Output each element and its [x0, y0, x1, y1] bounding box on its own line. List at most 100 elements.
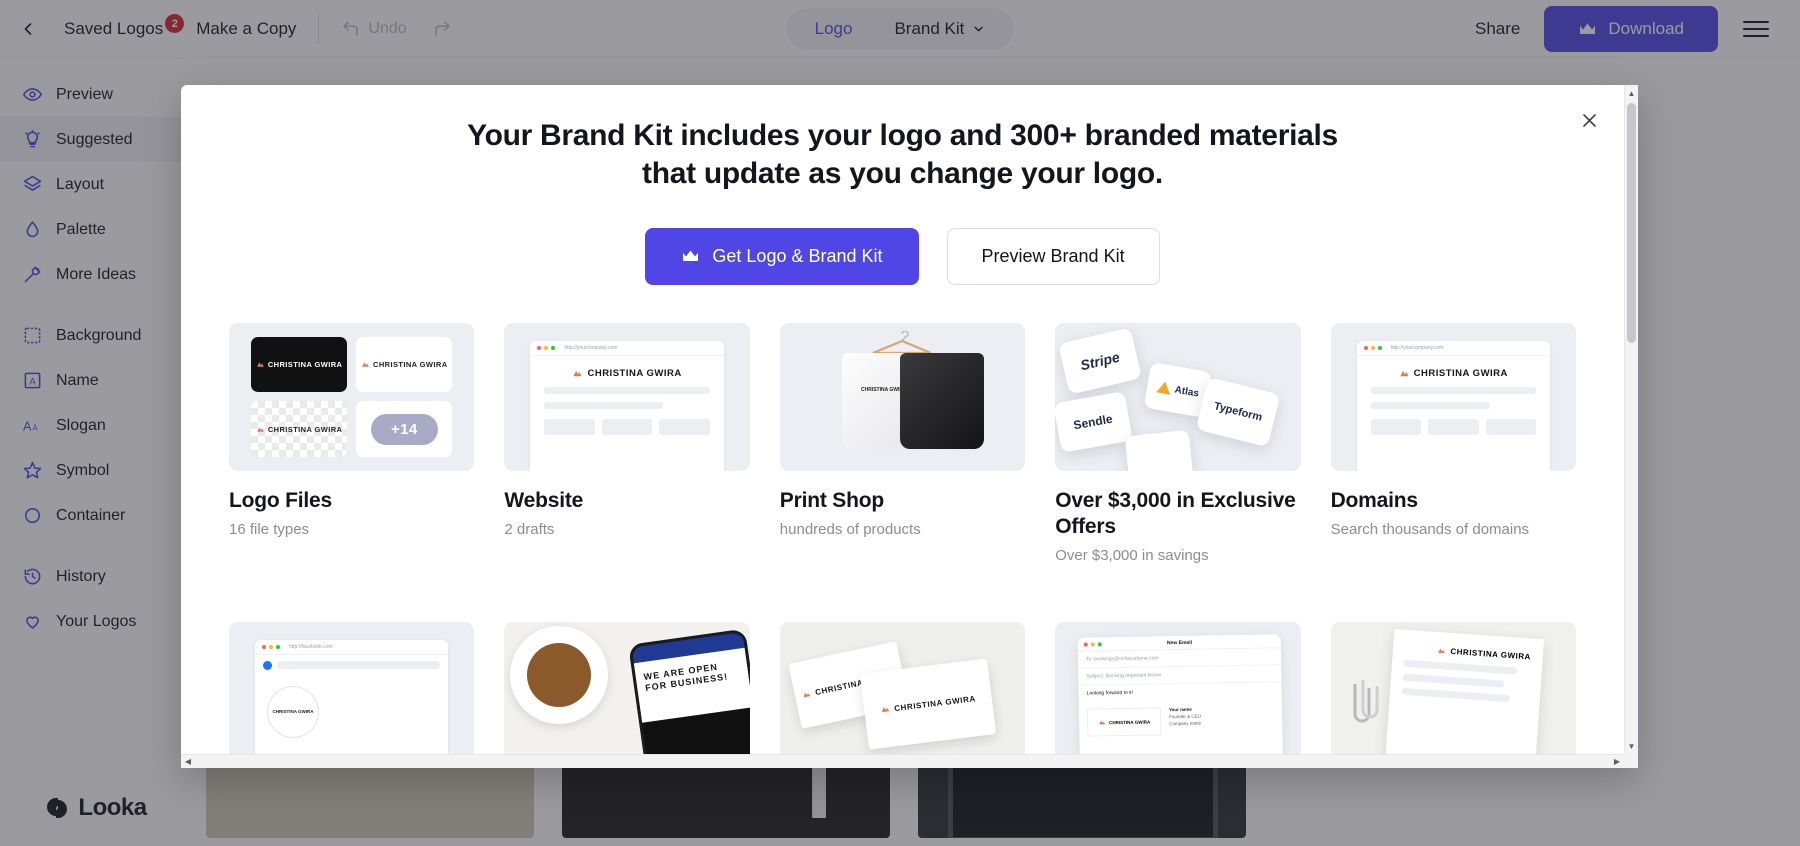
card-print-shop[interactable]: CHRISTINA GWIRA Print Shop hundreds of p…	[779, 322, 1026, 566]
offer-brand-label: Sendle	[1072, 411, 1114, 433]
card-title: Print Shop	[779, 488, 884, 512]
modal-horizontal-scrollbar[interactable]: ◀ ▶	[181, 754, 1624, 768]
domain-logo-text: CHRISTINA GWIRA	[1413, 367, 1508, 379]
scrollbar-thumb[interactable]	[1627, 103, 1636, 343]
browser-chrome-bar: http://yourcompany.com	[530, 341, 724, 356]
business-card-text: CHRISTINA GWIRA	[893, 693, 977, 713]
business-card-photo: CHRISTINA GWIRA CHRISTINA GWIRA	[779, 621, 1026, 754]
cta-row: Get Logo & Brand Kit Preview Brand Kit	[229, 227, 1576, 285]
phone-mockup: WE ARE OPEN FOR BUSINESS!	[627, 628, 750, 754]
domain-logo: CHRISTINA GWIRA	[1371, 368, 1536, 379]
card-title: Domains	[1330, 488, 1418, 512]
browser-url: http://yourcompany.com	[564, 344, 618, 351]
facebook-search-field[interactable]	[277, 661, 441, 670]
atlas-triangle-icon	[1156, 380, 1173, 395]
logo-mark-icon	[803, 691, 811, 697]
modal-content: Your Brand Kit includes your logo and 30…	[181, 85, 1624, 754]
domains-thumb: http://yourcompany.com CHRISTINA GWIRA	[1330, 322, 1576, 471]
skeleton-bar	[1370, 386, 1536, 394]
skeleton-bar	[1402, 673, 1504, 688]
logo-mark-icon	[256, 360, 265, 369]
scrollbar-corner	[1624, 754, 1638, 768]
logo-variant-light: CHRISTINA GWIRA	[356, 336, 453, 393]
logo-mark-icon	[1438, 648, 1445, 654]
business-card-front: CHRISTINA GWIRA	[859, 658, 996, 750]
skeleton-bar	[1401, 687, 1511, 702]
modal-vertical-scrollbar[interactable]: ▲ ▼	[1624, 85, 1638, 754]
scroll-up-arrow-icon[interactable]: ▲	[1625, 85, 1639, 101]
letterhead-logo-text: CHRISTINA GWIRA	[1449, 646, 1531, 662]
logo-variant-dark: CHRISTINA GWIRA	[251, 336, 348, 393]
scroll-left-arrow-icon[interactable]: ◀	[181, 754, 195, 770]
card-title: Over $3,000 in Exclusive Offers	[1055, 488, 1296, 539]
skeleton-bar	[544, 386, 710, 394]
close-icon[interactable]	[1576, 107, 1602, 133]
window-zoom-dot	[551, 345, 556, 350]
scroll-down-arrow-icon[interactable]: ▼	[1625, 738, 1639, 754]
letterhead-logo: CHRISTINA GWIRA	[1404, 644, 1531, 662]
card-website[interactable]: http://yourcompany.com CHRISTINA GWIRA W…	[504, 322, 750, 566]
scroll-right-arrow-icon[interactable]: ▶	[1610, 754, 1624, 770]
browser-chrome-bar: http://facebook.com	[255, 640, 449, 655]
offer-brand-label: Atlas	[1174, 383, 1201, 399]
website-thumb: http://yourcompany.com CHRISTINA GWIRA	[504, 322, 750, 471]
card-subtitle: 2 drafts	[504, 521, 555, 539]
preview-brand-kit-button[interactable]: Preview Brand Kit	[946, 227, 1160, 285]
card-social-post[interactable]: WE ARE OPEN FOR BUSINESS!	[504, 621, 750, 754]
card-exclusive-offers[interactable]: Stripe Sendle Atlas Typeform Over $3,000…	[1055, 322, 1301, 566]
logo-mark-icon	[1400, 370, 1409, 377]
window-close-dot	[262, 644, 266, 649]
offer-card-stripe: Stripe	[1058, 327, 1143, 395]
crown-icon	[683, 250, 699, 261]
signature-details: Your name Founder & CEO Company name	[1169, 706, 1201, 735]
modal-title-line-1: Your Brand Kit includes your logo and 30…	[467, 119, 1338, 152]
browser-page-body: CHRISTINA GWIRA	[1357, 356, 1550, 447]
skeleton-bar	[544, 401, 664, 409]
card-social-media[interactable]: http://facebook.com CHRISTINA GWIRA	[229, 621, 475, 754]
logo-mark-icon	[881, 706, 890, 712]
window-minimize-dot	[269, 644, 273, 649]
browser-chrome-bar: http://yourcompany.com	[1356, 341, 1550, 356]
card-logo-files[interactable]: CHRISTINA GWIRA CHRISTINA GWIRA CHRISTIN…	[229, 322, 475, 566]
logo-variant-more: +14	[356, 401, 453, 457]
paper-clip-icon	[1353, 679, 1379, 723]
card-letterhead[interactable]: CHRISTINA GWIRA	[1330, 621, 1576, 754]
get-logo-and-brand-kit-button[interactable]: Get Logo & Brand Kit	[645, 227, 919, 285]
email-signature-thumb: New Email To: bookings@sofiacarbone.com …	[1055, 621, 1301, 754]
card-subtitle: hundreds of products	[779, 521, 921, 539]
window-zoom-dot	[276, 644, 280, 649]
website-logo: CHRISTINA GWIRA	[544, 368, 709, 379]
email-signature-block: CHRISTINA GWIRA Your name Founder & CEO …	[1087, 705, 1275, 737]
letterhead-photo: CHRISTINA GWIRA	[1330, 621, 1576, 754]
coffee-photo: WE ARE OPEN FOR BUSINESS!	[504, 621, 750, 754]
secondary-cta-label: Preview Brand Kit	[981, 245, 1125, 266]
logo-mark-icon	[1099, 720, 1106, 725]
modal-scroll-area: Your Brand Kit includes your logo and 30…	[181, 85, 1624, 754]
window-minimize-dot	[544, 345, 549, 350]
signature-logo: CHRISTINA GWIRA	[1087, 707, 1162, 737]
card-subtitle: 16 file types	[229, 521, 310, 539]
skeleton-tiles	[544, 418, 710, 435]
avatar-logo-text: CHRISTINA GWIRA	[272, 709, 314, 715]
logo-variant-transparent: CHRISTINA GWIRA	[251, 401, 348, 457]
browser-page-body: CHRISTINA GWIRA	[530, 356, 723, 447]
more-count-badge: +14	[370, 413, 438, 445]
card-business-cards[interactable]: CHRISTINA GWIRA CHRISTINA GWIRA	[779, 621, 1026, 754]
facebook-mockup: http://facebook.com CHRISTINA GWIRA	[255, 639, 449, 754]
browser-url: http://facebook.com	[289, 643, 333, 650]
offer-brand-label: Stripe	[1079, 348, 1122, 374]
page-title: Your Brand Kit includes your logo and 30…	[463, 117, 1343, 194]
letterhead-thumb: CHRISTINA GWIRA	[1330, 621, 1576, 754]
social-post-thumb: WE ARE OPEN FOR BUSINESS!	[504, 621, 750, 754]
offer-card-typeform: Typeform	[1195, 376, 1281, 447]
card-domains[interactable]: http://yourcompany.com CHRISTINA GWIRA D…	[1330, 322, 1576, 566]
social-media-thumb: http://facebook.com CHRISTINA GWIRA	[229, 621, 475, 754]
offer-brand-label: Typeform	[1212, 399, 1264, 424]
card-email-signature[interactable]: New Email To: bookings@sofiacarbone.com …	[1055, 621, 1301, 754]
card-subtitle: Over $3,000 in savings	[1055, 547, 1209, 565]
email-mockup: New Email To: bookings@sofiacarbone.com …	[1077, 634, 1284, 754]
tshirt-black	[899, 352, 984, 449]
browser-url: http://yourcompany.com	[1390, 344, 1444, 351]
modal-title-line-2: that update as you change your logo.	[642, 157, 1163, 191]
email-body: Looking forward to it!	[1086, 689, 1134, 697]
